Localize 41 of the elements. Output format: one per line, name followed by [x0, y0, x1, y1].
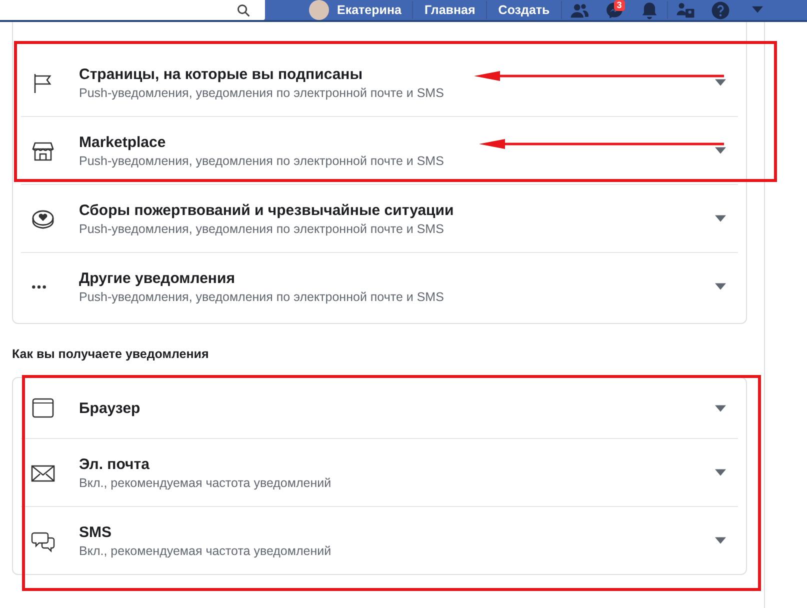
settings-row[interactable]: Страницы, на которые вы подписаны Push-уведомления, уведомления по электронной почте и SMS	[21, 49, 738, 116]
dropdown-caret-icon[interactable]	[715, 147, 726, 154]
caret-icon[interactable]	[752, 6, 763, 14]
dropdown-caret-icon[interactable]	[715, 79, 726, 86]
notification-badge: 3	[614, 0, 625, 10]
dropdown-caret-icon[interactable]	[715, 537, 726, 544]
row-title: SMS	[79, 524, 112, 540]
row-title: Страницы, на которые вы подписаны	[79, 66, 363, 82]
row-subtitle: Вкл., рекомендуемая частота уведомлений	[79, 544, 332, 558]
settings-row[interactable]: Сборы пожертвований и чрезвычайные ситуации Push-уведомления, уведомления по электронной почте и SMS	[21, 185, 738, 252]
dropdown-caret-icon[interactable]	[715, 283, 726, 290]
dropdown-caret-icon[interactable]	[715, 469, 726, 476]
more-icon	[31, 284, 47, 288]
row-subtitle: Push-уведомления, уведомления по электронной почте и SMS	[79, 290, 444, 304]
browser-window-icon	[31, 396, 55, 420]
row-subtitle: Push-уведомления, уведомления по электронной почте и SMS	[79, 86, 444, 100]
dropdown-caret-icon[interactable]	[715, 404, 726, 412]
settings-row[interactable]: Другие уведомления Push-уведомления, уведомления по электронной почте и SMS	[21, 253, 738, 320]
row-subtitle: Push-уведомления, уведомления по электронной почте и SMS	[79, 222, 444, 236]
settings-row[interactable]: SMS Вкл., рекомендуемая частота уведомлений	[21, 507, 738, 574]
search-field[interactable]	[0, 0, 265, 20]
help-icon[interactable]	[710, 0, 730, 20]
nav-link[interactable]: Создать	[487, 0, 561, 20]
row-subtitle: Push-уведомления, уведомления по электронной почте и SMS	[79, 154, 444, 168]
settings-row[interactable]: Браузер	[21, 378, 738, 438]
nav-link[interactable]: Главная	[413, 0, 486, 20]
section-heading: Как вы получаете уведомления	[12, 347, 210, 361]
search-icon[interactable]	[237, 4, 250, 16]
dropdown-caret-icon[interactable]	[715, 215, 726, 222]
row-title: Браузер	[79, 400, 140, 416]
row-subtitle: Вкл., рекомендуемая частота уведомлений	[79, 476, 332, 490]
profile-link[interactable]: Екатерина	[307, 0, 412, 20]
avatar	[309, 0, 329, 20]
settings-row[interactable]: Marketplace Push-уведомления, уведомления по электронной почте и SMS	[21, 117, 738, 184]
row-title: Marketplace	[79, 134, 166, 150]
row-title: Сборы пожертвований и чрезвычайные ситуации	[79, 202, 454, 218]
settings-row[interactable]: Эл. почта Вкл., рекомендуемая частота уведомлений	[21, 439, 738, 506]
row-title: Эл. почта	[79, 456, 150, 472]
row-title: Другие уведомления	[79, 270, 235, 286]
people-icon[interactable]	[676, 0, 695, 20]
bell-icon[interactable]	[640, 0, 659, 20]
